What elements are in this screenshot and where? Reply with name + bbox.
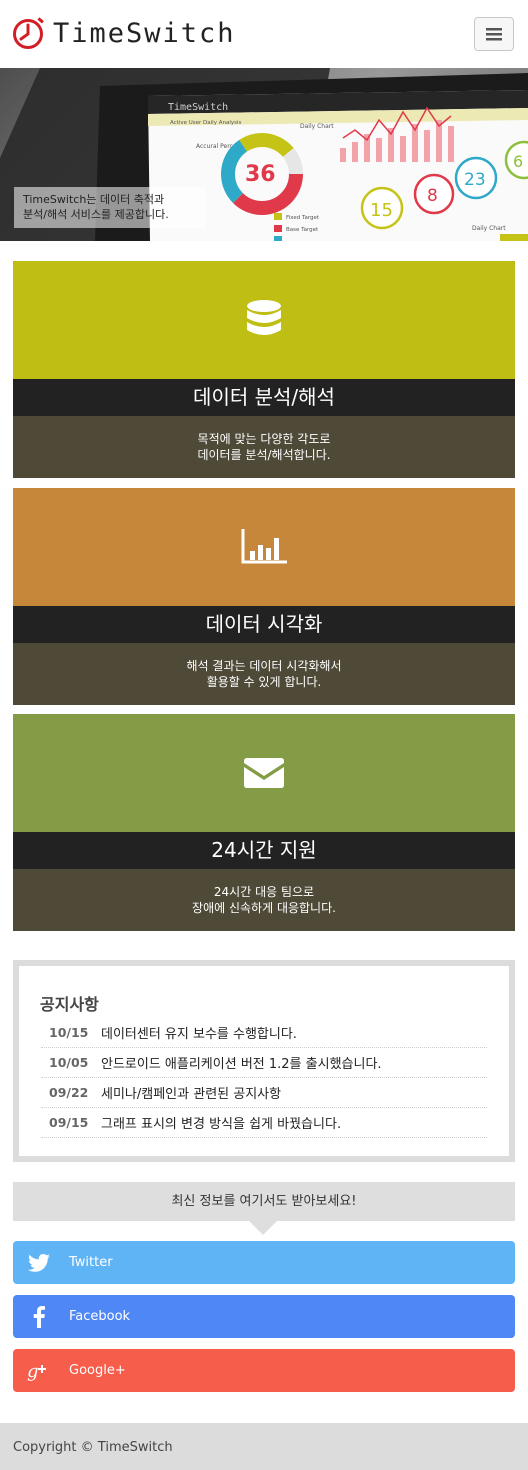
google-plus-label: Google+: [69, 1363, 126, 1378]
notice-text[interactable]: 세미나/캠페인과 관련된 공지사항: [101, 1083, 281, 1102]
notice-date: 10/15: [49, 1025, 89, 1040]
feature-card-title: 데이터 시각화: [13, 606, 515, 643]
notice-text[interactable]: 안드로이드 애플리케이션 버전 1.2를 출시했습니다.: [101, 1053, 382, 1072]
notice-text[interactable]: 데이터센터 유지 보수를 수행합니다.: [101, 1023, 297, 1042]
feature-card-icon-area: [13, 488, 515, 606]
feature-card-desc-line-2: 활용할 수 있게 합니다.: [206, 675, 322, 689]
tablet-gauge-value: 36: [245, 162, 276, 187]
feature-card-title: 24시간 지원: [13, 832, 515, 869]
site-footer: Copyright © TimeSwitch: [0, 1423, 528, 1470]
notice-date: 10/05: [49, 1055, 89, 1070]
facebook-button[interactable]: Facebook: [13, 1295, 515, 1338]
hamburger-icon: [486, 28, 502, 41]
twitter-icon: [13, 1253, 65, 1272]
hero-caption: TimeSwitch는 데이터 축적과 분석/해석 서비스를 제공합니다.: [14, 187, 206, 228]
notice-item[interactable]: 10/15 데이터센터 유지 보수를 수행합니다.: [41, 1018, 487, 1048]
tablet-legend-base: Base Target: [286, 227, 319, 233]
notice-list: 10/15 데이터센터 유지 보수를 수행합니다. 10/05 안드로이드 애플…: [41, 1018, 487, 1138]
feature-card-desc-line-1: 해석 결과는 데이터 시각화해서: [186, 659, 342, 673]
google-plus-icon: g: [13, 1360, 65, 1382]
feature-card-description: 목적에 맞는 다양한 각도로 데이터를 분석/해석합니다.: [13, 416, 515, 478]
envelope-icon: [244, 758, 284, 788]
copyright-text: Copyright © TimeSwitch: [13, 1440, 173, 1455]
tablet-legend-fixed: Fixed Target: [286, 215, 320, 221]
bar-chart-icon: [241, 529, 287, 564]
menu-toggle-button[interactable]: [474, 17, 514, 51]
brand-name: TimeSwitch: [53, 18, 236, 49]
tablet-bubble-1: 15: [370, 200, 393, 221]
subscribe-banner: 최신 정보를 여기서도 받아보세요!: [13, 1182, 515, 1221]
database-icon: [247, 300, 281, 335]
subscribe-arrow: [249, 1221, 277, 1235]
tablet-bubble-2: 8: [427, 186, 438, 206]
twitter-label: Twitter: [69, 1255, 113, 1270]
hero-caption-line-2: 분석/해석 서비스를 제공합니다.: [23, 208, 169, 221]
notice-date: 09/15: [49, 1115, 89, 1130]
feature-card-icon-area: [13, 261, 515, 379]
feature-card-desc-line-2: 데이터를 분석/해석합니다.: [197, 448, 331, 462]
feature-card-description: 해석 결과는 데이터 시각화해서 활용할 수 있게 합니다.: [13, 643, 515, 705]
tablet-bubble-4: 6: [513, 152, 523, 171]
twitter-button[interactable]: Twitter: [13, 1241, 515, 1284]
brand-logo[interactable]: TimeSwitch: [12, 17, 236, 51]
notice-text[interactable]: 그래프 표시의 변경 방식을 쉽게 바꿨습니다.: [101, 1113, 341, 1132]
hero-caption-line-1: TimeSwitch는 데이터 축적과: [23, 193, 165, 206]
tablet-brand: TimeSwitch: [168, 102, 228, 113]
tablet-footer-label: Daily Chart: [472, 225, 506, 232]
svg-text:g: g: [27, 1361, 39, 1382]
facebook-icon: [13, 1305, 65, 1328]
feature-card-desc-line-1: 목적에 맞는 다양한 각도로: [197, 432, 331, 446]
clock-icon: [13, 17, 44, 49]
feature-card-analysis[interactable]: 데이터 분석/해석 목적에 맞는 다양한 각도로 데이터를 분석/해석합니다.: [13, 261, 515, 478]
hero-banner: TimeSwitch Active User Daily Analysis Ac…: [0, 68, 528, 241]
tablet-bubble-3: 23: [464, 170, 486, 190]
notice-date: 09/22: [49, 1085, 89, 1100]
feature-card-icon-area: [13, 714, 515, 832]
notice-panel: 공지사항 10/15 데이터센터 유지 보수를 수행합니다. 10/05 안드로…: [13, 960, 515, 1162]
facebook-label: Facebook: [69, 1309, 131, 1324]
feature-card-description: 24시간 대응 팀으로 장애에 신속하게 대응합니다.: [13, 869, 515, 931]
notice-item[interactable]: 09/15 그래프 표시의 변경 방식을 쉽게 바꿨습니다.: [41, 1108, 487, 1138]
notice-item[interactable]: 10/05 안드로이드 애플리케이션 버전 1.2를 출시했습니다.: [41, 1048, 487, 1078]
tablet-chart-title: Daily Chart: [300, 123, 334, 130]
tablet-panel-title: Active User Daily Analysis: [170, 120, 242, 126]
feature-card-title: 데이터 분석/해석: [13, 379, 515, 416]
feature-card-desc-line-2: 장애에 신속하게 대응합니다.: [192, 901, 336, 915]
feature-card-desc-line-1: 24시간 대응 팀으로: [213, 885, 315, 899]
google-plus-button[interactable]: g Google+: [13, 1349, 515, 1392]
site-header: TimeSwitch: [0, 0, 528, 68]
notice-title: 공지사항: [40, 995, 99, 1014]
feature-card-support[interactable]: 24시간 지원 24시간 대응 팀으로 장애에 신속하게 대응합니다.: [13, 714, 515, 931]
notice-item[interactable]: 09/22 세미나/캠페인과 관련된 공지사항: [41, 1078, 487, 1108]
feature-card-visualization[interactable]: 데이터 시각화 해석 결과는 데이터 시각화해서 활용할 수 있게 합니다.: [13, 488, 515, 705]
